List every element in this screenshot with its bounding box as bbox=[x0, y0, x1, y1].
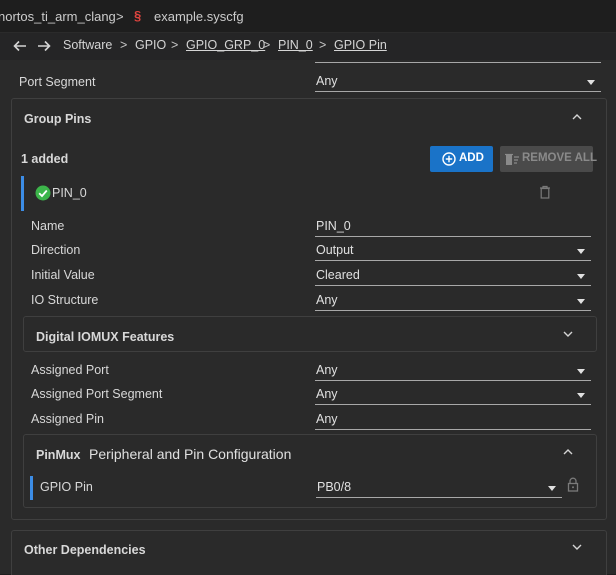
syscfg-file-icon: § bbox=[134, 8, 142, 23]
chevron-right-icon: > bbox=[116, 9, 124, 24]
assigned-port-segment-select[interactable]: Any bbox=[315, 386, 591, 405]
dropdown-caret-icon bbox=[577, 299, 585, 304]
breadcrumb-gpio[interactable]: GPIO bbox=[135, 38, 166, 52]
dropdown-caret-icon bbox=[548, 486, 556, 491]
initial-value-select[interactable]: Cleared bbox=[315, 267, 591, 286]
breadcrumb-separator: > bbox=[120, 38, 128, 52]
digital-iomux-header[interactable]: Digital IOMUX Features bbox=[36, 330, 174, 344]
io-structure-label: IO Structure bbox=[31, 293, 99, 307]
dropdown-caret-icon bbox=[577, 249, 585, 254]
pinmux-tag: PinMux bbox=[36, 448, 81, 462]
forward-arrow-icon[interactable] bbox=[36, 38, 52, 54]
hidden-field-above bbox=[315, 50, 601, 63]
pin-instance-name[interactable]: PIN_0 bbox=[52, 186, 87, 200]
direction-label: Direction bbox=[31, 243, 81, 257]
remove-all-button-label: REMOVE ALL bbox=[522, 152, 597, 164]
gpio-pin-label: GPIO Pin bbox=[40, 480, 93, 494]
dropdown-caret-icon bbox=[577, 393, 585, 398]
initial-value-value: Cleared bbox=[316, 268, 360, 282]
port-segment-select[interactable]: Any bbox=[315, 73, 601, 92]
assigned-pin-label: Assigned Pin bbox=[31, 412, 104, 426]
io-structure-select[interactable]: Any bbox=[315, 292, 591, 311]
breadcrumb-gpio-grp-0[interactable]: GPIO_GRP_0 bbox=[186, 38, 265, 52]
editor-breadcrumb: nortos_ti_arm_clang > § example.syscfg bbox=[0, 0, 616, 32]
breadcrumb-separator: > bbox=[171, 38, 179, 52]
assigned-port-segment-label: Assigned Port Segment bbox=[31, 387, 163, 401]
remove-all-button[interactable]: REMOVE ALL bbox=[500, 146, 597, 172]
file-name[interactable]: example.syscfg bbox=[154, 9, 244, 24]
port-segment-label: Port Segment bbox=[19, 75, 96, 89]
selection-bar bbox=[30, 476, 33, 500]
lock-icon[interactable] bbox=[567, 477, 579, 492]
gpio-pin-value: PB0/8 bbox=[317, 480, 352, 494]
remove-all-icon bbox=[505, 153, 519, 165]
breadcrumb-separator: > bbox=[263, 38, 271, 52]
chevron-up-icon[interactable] bbox=[571, 111, 583, 123]
assigned-port-value: Any bbox=[316, 363, 338, 377]
port-segment-value: Any bbox=[316, 74, 338, 88]
back-arrow-icon[interactable] bbox=[12, 38, 28, 54]
assigned-port-segment-value: Any bbox=[316, 387, 338, 401]
add-button-label: ADD bbox=[459, 152, 484, 164]
breadcrumb-software[interactable]: Software bbox=[63, 38, 112, 52]
selection-bar bbox=[21, 176, 24, 211]
delete-icon[interactable] bbox=[539, 185, 551, 199]
check-circle-icon bbox=[35, 185, 51, 201]
group-pins-header[interactable]: Group Pins bbox=[24, 112, 91, 126]
gpio-pin-select[interactable]: PB0/8 bbox=[316, 479, 562, 498]
assigned-pin-input[interactable]: Any bbox=[315, 411, 591, 430]
io-structure-value: Any bbox=[316, 293, 338, 307]
pins-added-count: 1 added bbox=[21, 152, 69, 166]
project-name[interactable]: nortos_ti_arm_clang bbox=[0, 9, 116, 24]
name-label: Name bbox=[31, 219, 65, 233]
breadcrumb-pin-0[interactable]: PIN_0 bbox=[278, 38, 313, 52]
direction-value: Output bbox=[316, 243, 354, 257]
other-dependencies-header[interactable]: Other Dependencies bbox=[24, 543, 146, 557]
dropdown-caret-icon bbox=[587, 80, 595, 85]
config-content: Port Segment Any Group Pins 1 added ADD … bbox=[0, 60, 616, 575]
dropdown-caret-icon bbox=[577, 369, 585, 374]
initial-value-label: Initial Value bbox=[31, 268, 95, 282]
name-value: PIN_0 bbox=[316, 219, 351, 233]
chevron-down-icon[interactable] bbox=[562, 328, 574, 340]
name-input[interactable]: PIN_0 bbox=[315, 218, 591, 237]
add-circle-icon bbox=[442, 152, 456, 166]
direction-select[interactable]: Output bbox=[315, 242, 591, 261]
assigned-port-label: Assigned Port bbox=[31, 363, 109, 377]
add-button[interactable]: ADD bbox=[430, 146, 493, 172]
assigned-pin-value: Any bbox=[316, 412, 338, 426]
pinmux-title[interactable]: Peripheral and Pin Configuration bbox=[89, 446, 291, 462]
chevron-up-icon[interactable] bbox=[562, 446, 574, 458]
assigned-port-select[interactable]: Any bbox=[315, 362, 591, 381]
chevron-down-icon[interactable] bbox=[571, 541, 583, 553]
dropdown-caret-icon bbox=[577, 274, 585, 279]
